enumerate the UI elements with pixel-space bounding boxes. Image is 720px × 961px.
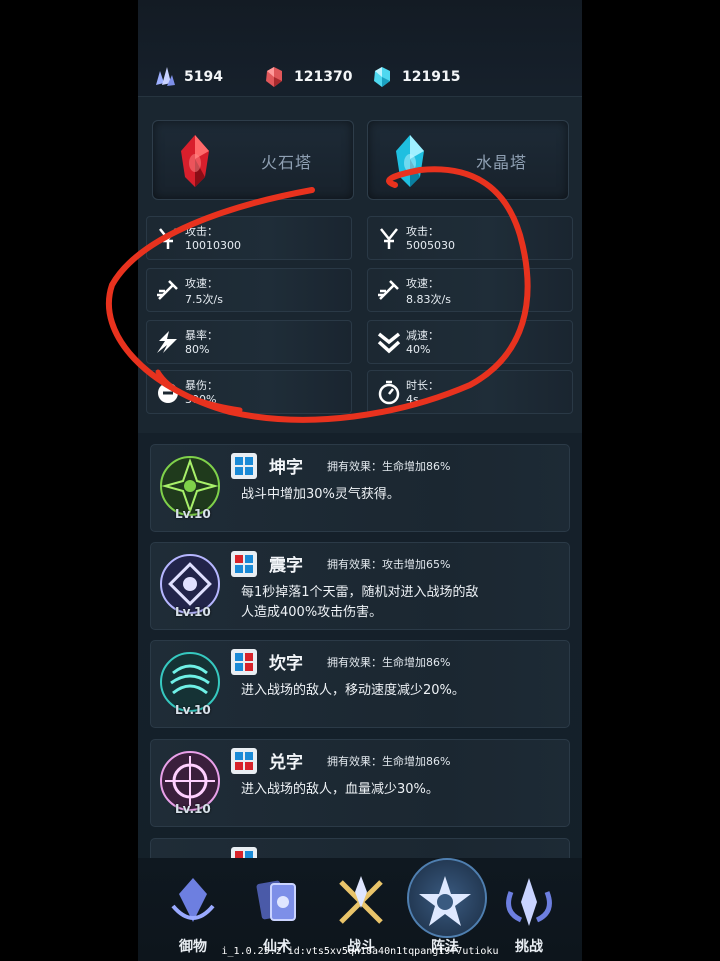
stat-label: 攻击： (185, 225, 218, 238)
nav-spells[interactable]: 仙术 (234, 864, 320, 955)
cyan-crystal-icon (374, 67, 390, 87)
glyph-desc: 进入战场的敌人，血量减少30%。 (241, 782, 439, 797)
stat-label: 攻速： (406, 277, 439, 290)
glyph-card-dui[interactable]: Lv.10 兑字 拥有效果：生命增加86% 进入战场的敌人，血量减少30%。 (150, 739, 570, 827)
formation-icon (419, 876, 471, 926)
nav-challenge[interactable]: 挑战 (486, 864, 572, 955)
glyph-trigram-tag (231, 453, 257, 479)
stat-value: 4s (406, 393, 419, 406)
tower-card-water[interactable]: 水晶塔 (367, 120, 569, 200)
stat-water-duration: 时长： 4s (367, 370, 573, 414)
spell-card-icon (256, 880, 296, 921)
glyph-effect: 拥有效果：生命增加86% (327, 460, 451, 473)
resource-cyan: 121915 (370, 62, 460, 92)
stat-label: 时长： (406, 379, 439, 392)
nav-defense[interactable]: 御物 (150, 864, 236, 955)
stat-label: 减速： (406, 329, 439, 342)
stat-label: 攻速： (185, 277, 218, 290)
nav-battle[interactable]: 战斗 (318, 864, 404, 955)
glyph-effect: 拥有效果：生命增加86% (327, 755, 451, 768)
stat-water-attack-speed: 攻速： 8.83次/s (367, 268, 573, 312)
stat-water-slow: 减速： 40% (367, 320, 573, 364)
stat-value: 7.5次/s (185, 293, 223, 306)
glyph-trigram-tag (231, 649, 257, 675)
sword-attack-icon (380, 228, 398, 249)
nav-formation-active[interactable]: 阵法 (402, 858, 488, 955)
glyph-effect: 拥有效果：生命增加86% (327, 656, 451, 669)
resource-red-value: 121370 (294, 69, 353, 85)
stat-label: 暴伤： (185, 379, 218, 392)
glyph-level: Lv.10 (175, 605, 211, 619)
stat-fire-crit-rate: 暴率： 80% (146, 320, 352, 364)
stopwatch-icon (378, 380, 400, 405)
slow-down-icon (377, 332, 401, 354)
version-id-text: i_1.0.25.2 id:vts5xv5qn18a40n1tqpang19f7… (221, 946, 499, 957)
stat-water-attack: 攻击： 5005030 (367, 216, 573, 260)
glyph-card-zhen[interactable]: Lv.10 震字 拥有效果：攻击增加65% 每1秒掉落1个天雷，随机对进入战场的… (150, 542, 570, 630)
attack-speed-icon (157, 280, 178, 300)
glyph-level: Lv.10 (175, 703, 211, 717)
crit-damage-icon (158, 383, 178, 403)
stat-value: 5005030 (406, 239, 455, 252)
attack-speed-icon (378, 280, 399, 300)
glyph-name: 震字 (269, 556, 303, 576)
tower-name: 火石塔 (261, 153, 313, 172)
crit-rate-icon (157, 331, 177, 353)
purple-crystal-icon (156, 67, 175, 86)
fire-stone-icon (181, 135, 209, 187)
water-crystal-icon (396, 135, 424, 187)
glyph-trigram-tag (231, 551, 257, 577)
resource-purple: 5194 (152, 62, 223, 92)
challenge-icon (506, 878, 552, 926)
glyph-card-kun[interactable]: Lv.10 坤字 拥有效果：生命增加86% 战斗中增加30%灵气获得。 (150, 444, 570, 532)
stat-label: 攻击： (406, 225, 439, 238)
battle-icon (339, 876, 383, 924)
defense-icon (171, 878, 215, 922)
resource-cyan-value: 121915 (402, 69, 461, 85)
glyph-desc: 进入战场的敌人，移动速度减少20%。 (241, 683, 465, 698)
glyph-level: Lv.10 (175, 507, 211, 521)
glyph-name: 坤字 (269, 458, 303, 478)
sword-attack-icon (159, 228, 177, 249)
tower-card-fire[interactable]: 火石塔 (152, 120, 354, 200)
resource-red: 121370 (262, 62, 352, 92)
glyph-name: 坎字 (269, 654, 303, 674)
glyph-effect: 拥有效果：攻击增加65% (327, 558, 451, 571)
resource-purple-value: 5194 (184, 69, 223, 85)
stat-value: 40% (406, 343, 431, 356)
stat-fire-crit-damage: 暴伤： 300% (146, 370, 352, 414)
stat-value: 10010300 (185, 239, 241, 252)
stat-fire-attack: 攻击： 10010300 (146, 216, 352, 260)
glyph-card-kan[interactable]: Lv.10 坎字 拥有效果：生命增加86% 进入战场的敌人，移动速度减少20%。 (150, 640, 570, 728)
stat-value: 8.83次/s (406, 293, 451, 306)
stat-value: 300% (185, 393, 217, 406)
tower-name: 水晶塔 (476, 153, 528, 172)
glyph-level: Lv.10 (175, 802, 211, 816)
glyph-trigram-tag (231, 748, 257, 774)
red-crystal-icon (266, 67, 282, 87)
stat-label: 暴率： (185, 329, 218, 342)
glyph-name: 兑字 (269, 753, 303, 773)
stat-fire-attack-speed: 攻速： 7.5次/s (146, 268, 352, 312)
glyph-desc: 战斗中增加30%灵气获得。 (241, 487, 400, 502)
glyph-desc: 每1秒掉落1个天雷，随机对进入战场的敌人造成400%攻击伤害。 (241, 585, 479, 620)
stat-value: 80% (185, 343, 210, 356)
game-screen: 5194 121370 121915 火石塔 水晶塔 攻击： 10010300 … (138, 0, 582, 961)
